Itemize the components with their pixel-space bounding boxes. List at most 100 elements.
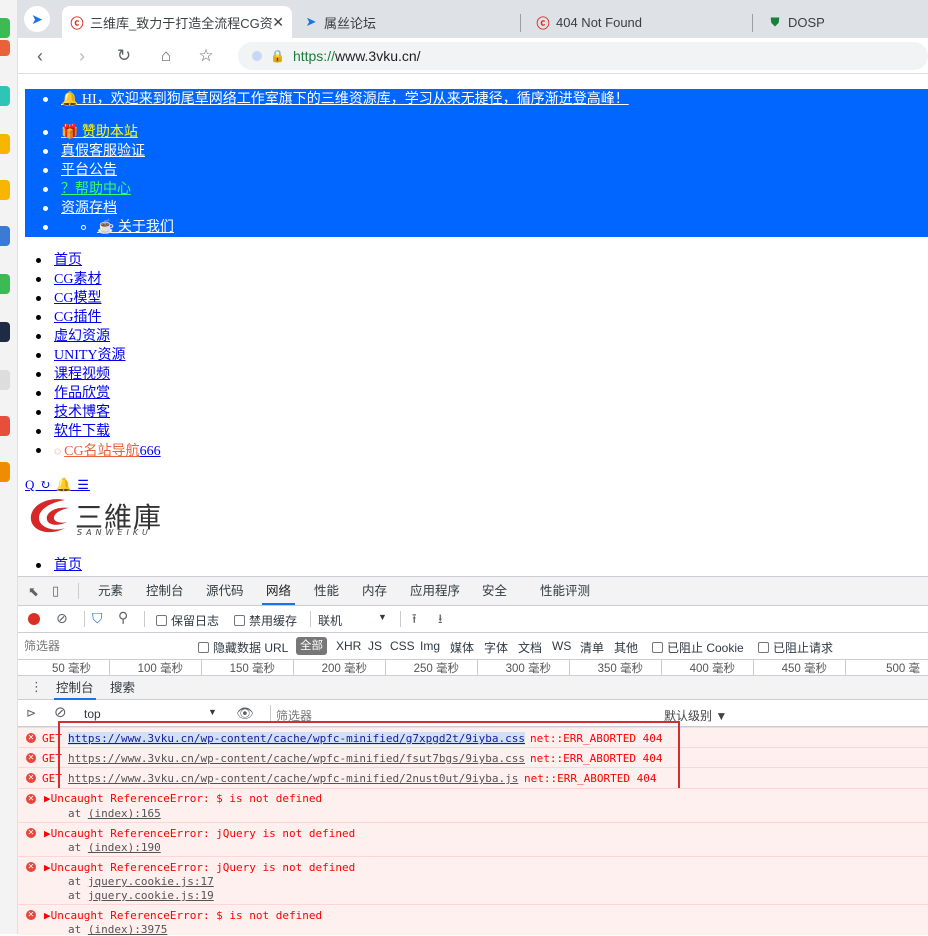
reload-button[interactable]: ↻ — [112, 44, 136, 68]
tab-sanweiku[interactable]: ⓒ 三维库_致力于打造全流程CG资 ✕ — [62, 6, 292, 38]
top-menu-item[interactable]: 🎁 赞助本站 — [43, 124, 138, 142]
nav-gallery-link[interactable]: 作品欣赏 — [54, 386, 110, 401]
app-icon[interactable] — [0, 134, 10, 154]
nav-cg-sites-suffix[interactable]: 666 — [140, 444, 161, 459]
blocked-requests-checkbox[interactable]: 已阻止请求 — [758, 639, 833, 656]
import-har-icon[interactable]: ⭱ — [412, 610, 417, 632]
disable-cache-checkbox[interactable]: 禁用缓存 — [234, 612, 297, 629]
filter-doc[interactable]: 文档 — [518, 639, 542, 656]
filter-ws[interactable]: WS — [552, 639, 571, 653]
back-button[interactable]: ‹ — [28, 44, 52, 68]
bookmark-star-icon[interactable]: ☆ — [194, 44, 218, 68]
tab-console[interactable]: 控制台 — [142, 577, 188, 605]
home-button[interactable]: ⌂ — [154, 44, 178, 68]
stack-frame-link[interactable]: (index):190 — [88, 841, 161, 854]
drawer-tab-console[interactable]: 控制台 — [54, 676, 96, 700]
tab-forum[interactable]: ➤ 属丝论坛 — [296, 6, 516, 38]
tab-network[interactable]: 网络 — [262, 577, 296, 605]
exception-message[interactable]: ▶Uncaught ReferenceError: $ is not defin… — [44, 792, 322, 805]
inspect-element-icon[interactable]: ⬉ — [28, 584, 39, 600]
nav-unity-link[interactable]: UNITY资源 — [54, 348, 126, 363]
filter-icon[interactable]: ⛉ — [92, 610, 103, 627]
exception-message[interactable]: ▶Uncaught ReferenceError: jQuery is not … — [44, 827, 355, 840]
about-us-link[interactable]: ☕ 关于我们 — [97, 220, 174, 235]
nav-cg-models-link[interactable]: CG模型 — [54, 291, 101, 306]
forward-button[interactable]: › — [70, 44, 94, 68]
nav-cg-sites-link[interactable]: CG名站导航 — [64, 444, 139, 459]
tab-404[interactable]: ⓒ 404 Not Found — [528, 6, 748, 38]
address-bar[interactable]: 🔒 https://www.3vku.cn/ — [238, 42, 928, 70]
app-icon[interactable] — [0, 274, 10, 294]
close-icon[interactable]: ✕ — [272, 14, 284, 31]
throttle-select[interactable]: 联机 ▼ — [318, 612, 388, 629]
app-icon[interactable] — [0, 416, 10, 436]
blocked-cookies-checkbox[interactable]: 已阻止 Cookie — [652, 639, 744, 656]
nav-item[interactable]: CG素材 — [36, 271, 101, 289]
nav-courses-link[interactable]: 课程视频 — [54, 367, 110, 382]
filter-img[interactable]: Img — [420, 639, 440, 653]
filter-all-button[interactable]: 全部 — [296, 637, 327, 655]
tab-application[interactable]: 应用程序 — [406, 577, 464, 605]
nav-item[interactable]: 虚幻资源 — [36, 328, 110, 346]
exception-message[interactable]: ▶Uncaught ReferenceError: $ is not defin… — [44, 909, 322, 922]
nav-item[interactable]: ◌ CG名站导航666 — [36, 442, 161, 461]
nav-software-link[interactable]: 软件下载 — [54, 424, 110, 439]
sidebar-toggle-icon[interactable]: ⊳ — [26, 706, 36, 720]
help-center-link[interactable]: ？帮助中心 — [61, 182, 131, 197]
stack-frame-link[interactable]: jquery.cookie.js:17 — [88, 875, 214, 888]
nav-item[interactable]: CG插件 — [36, 309, 101, 327]
nav-home-link[interactable]: 首页 — [54, 253, 82, 268]
console-exception[interactable]: ✕ ▶Uncaught ReferenceError: jQuery is no… — [18, 856, 928, 904]
drawer-tab-search[interactable]: 搜索 — [110, 676, 135, 700]
top-menu-item[interactable]: 真假客服验证 — [43, 143, 145, 161]
nav-cg-plugins-link[interactable]: CG插件 — [54, 310, 101, 325]
console-exception[interactable]: ✕ ▶Uncaught ReferenceError: jQuery is no… — [18, 822, 928, 856]
tab-performance[interactable]: 性能 — [310, 577, 343, 605]
stack-frame-link[interactable]: (index):165 — [88, 807, 161, 820]
announcement-item[interactable]: 🔔 HI，欢迎来到狗尾草网络工作室旗下的三维资源库，学习从来无捷径，循序渐进登高… — [43, 91, 629, 109]
tab-elements[interactable]: 元素 — [94, 577, 127, 605]
app-icon[interactable] — [0, 18, 10, 38]
app-icon[interactable] — [0, 226, 10, 246]
app-icon[interactable] — [0, 322, 10, 342]
browser-logo-icon[interactable]: ➤ — [24, 6, 50, 32]
nav-item[interactable]: 首页 — [36, 252, 82, 270]
eye-icon[interactable]: 👁 — [236, 705, 254, 722]
sponsor-link[interactable]: 🎁 赞助本站 — [61, 125, 138, 140]
top-menu-item[interactable]: ？帮助中心 — [43, 181, 131, 199]
tab-sources[interactable]: 源代码 — [202, 577, 248, 605]
tab-security[interactable]: 安全 — [478, 577, 511, 605]
tab-memory[interactable]: 内存 — [358, 577, 391, 605]
filter-manifest[interactable]: 清单 — [580, 639, 604, 656]
clear-icon[interactable]: ⊘ — [56, 610, 68, 627]
filter-css[interactable]: CSS — [390, 639, 415, 653]
nav-unreal-link[interactable]: 虚幻资源 — [54, 329, 110, 344]
filter-media[interactable]: 媒体 — [450, 639, 474, 656]
nav-item[interactable]: 作品欣赏 — [36, 385, 110, 403]
more-options-icon[interactable]: ⋮ — [30, 679, 43, 695]
app-icon[interactable] — [0, 86, 10, 106]
nav-item[interactable]: 软件下载 — [36, 423, 110, 441]
top-menu-item[interactable]: 平台公告 — [43, 162, 117, 180]
preserve-log-checkbox[interactable]: 保留日志 — [156, 612, 219, 629]
hide-data-url-checkbox[interactable]: 隐藏数据 URL — [198, 639, 288, 656]
tab-dosp[interactable]: ⛊ DOSP — [760, 6, 920, 38]
context-select[interactable]: top ▼ — [84, 707, 220, 721]
nav-home-link-secondary[interactable]: 首页 — [54, 558, 82, 573]
app-icon[interactable] — [0, 370, 10, 390]
header-icon-row[interactable]: Q ↻ 🔔 ☰ — [25, 477, 90, 493]
announcement-link[interactable]: 🔔 HI，欢迎来到狗尾草网络工作室旗下的三维资源库，学习从来无捷径，循序渐进登高… — [61, 92, 629, 107]
tab-lighthouse[interactable]: 性能评测 — [536, 577, 594, 605]
nav-item[interactable]: UNITY资源 — [36, 347, 126, 365]
site-logo[interactable]: 三維庫 SANWEIKU — [25, 494, 165, 538]
stack-frame-link[interactable]: (index):3975 — [88, 923, 167, 936]
top-menu-item[interactable]: 资源存档 — [43, 200, 117, 218]
stack-frame-link[interactable]: jquery.cookie.js:19 — [88, 889, 214, 902]
device-toolbar-icon[interactable]: ▯ — [52, 583, 59, 599]
app-icon[interactable] — [0, 180, 10, 200]
nav-cg-assets-link[interactable]: CG素材 — [54, 272, 101, 287]
record-icon[interactable] — [28, 613, 40, 625]
console-exception[interactable]: ✕ ▶Uncaught ReferenceError: $ is not def… — [18, 904, 928, 936]
app-icon[interactable] — [0, 462, 10, 482]
site-info-icon[interactable] — [252, 51, 262, 61]
